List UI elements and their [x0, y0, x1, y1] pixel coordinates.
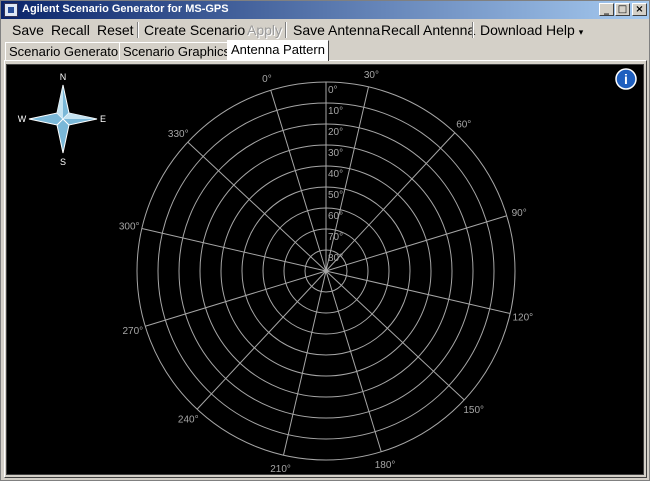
azimuth-label: 180°: [375, 460, 396, 471]
menu-separator: [472, 22, 474, 38]
menu-separator: [285, 22, 287, 38]
azimuth-spoke: [141, 227, 327, 272]
elevation-label: 30°: [328, 148, 343, 159]
menu-recall[interactable]: Recall: [51, 21, 90, 39]
compass-n-label: N: [60, 72, 67, 82]
app-window: Agilent Scenario Generator for MS-GPS _ …: [0, 0, 650, 481]
azimuth-spoke: [325, 270, 382, 452]
menu-create-scenario[interactable]: Create Scenario: [144, 21, 245, 39]
azimuth-label: 210°: [270, 464, 291, 475]
menu-save[interactable]: Save: [12, 21, 44, 39]
app-icon: [4, 3, 18, 17]
antenna-pattern-canvas[interactable]: N S E W i 0° 10° 20° 30° 40° 50° 60° 70° 80° 0° 3…: [6, 64, 644, 475]
chevron-down-icon: ▾: [578, 27, 584, 37]
azimuth-label: 0°: [262, 74, 272, 85]
menu-help-label: Help: [546, 22, 575, 38]
elevation-label: 40°: [328, 169, 343, 180]
title-bar[interactable]: Agilent Scenario Generator for MS-GPS _ …: [1, 1, 649, 19]
elevation-labels: 0° 10° 20° 30° 40° 50° 60° 70° 80°: [328, 85, 343, 264]
maximize-button[interactable]: □: [615, 3, 630, 16]
azimuth-label: 150°: [463, 405, 484, 416]
menu-save-antenna[interactable]: Save Antenna: [293, 21, 380, 39]
elevation-label: 70°: [328, 232, 343, 243]
tab-scenario-generator[interactable]: Scenario Generator: [5, 42, 127, 61]
azimuth-label: 30°: [364, 70, 379, 81]
azimuth-spoke: [325, 215, 507, 272]
close-button[interactable]: ×: [632, 3, 647, 16]
azimuth-spoke: [325, 132, 456, 272]
azimuth-spoke: [282, 270, 327, 456]
info-icon-glyph: i: [624, 71, 628, 87]
tab-scenario-graphics[interactable]: Scenario Graphics: [119, 42, 234, 61]
elevation-label: 10°: [328, 106, 343, 117]
azimuth-spoke: [325, 270, 511, 315]
menu-apply[interactable]: Apply: [247, 21, 282, 39]
tab-antenna-pattern[interactable]: Antenna Pattern: [227, 40, 329, 61]
menu-help[interactable]: Help ▾: [546, 21, 583, 39]
azimuth-label: 240°: [178, 415, 199, 426]
azimuth-label: 300°: [119, 222, 140, 233]
azimuth-spoke: [145, 270, 327, 327]
compass-highlight: [63, 113, 97, 119]
compass-w-label: W: [18, 114, 27, 124]
menu-recall-antenna[interactable]: Recall Antenna: [381, 21, 475, 39]
info-icon[interactable]: i: [615, 68, 637, 90]
elevation-label: 60°: [328, 211, 343, 222]
azimuth-label: 330°: [168, 129, 189, 140]
azimuth-spoke: [325, 270, 465, 401]
azimuth-label: 270°: [122, 326, 143, 337]
compass-highlight: [57, 85, 63, 119]
compass-rose: N S E W: [18, 72, 106, 167]
menu-download[interactable]: Download: [480, 21, 542, 39]
polar-plot: N S E W i 0° 10° 20° 30° 40° 50° 60° 70° 80° 0° 3…: [18, 68, 637, 475]
compass-s-label: S: [60, 157, 66, 167]
elevation-label: 0°: [328, 85, 338, 96]
azimuth-spokes: [141, 82, 511, 456]
elevation-label: 50°: [328, 190, 343, 201]
menu-separator: [137, 22, 139, 38]
azimuth-spoke: [187, 141, 327, 272]
menu-reset[interactable]: Reset: [97, 21, 134, 39]
azimuth-label: 120°: [512, 312, 533, 323]
compass-south-arrow: [56, 118, 70, 154]
elevation-label: 20°: [328, 127, 343, 138]
azimuth-spoke: [196, 270, 327, 410]
compass-e-label: E: [100, 114, 106, 124]
compass-west-arrow: [28, 112, 64, 126]
elevation-label: 80°: [328, 253, 343, 264]
azimuth-spoke: [270, 90, 327, 272]
window-title: Agilent Scenario Generator for MS-GPS: [22, 3, 229, 15]
tab-bar: Scenario Generator Scenario Graphics Ant…: [1, 40, 649, 61]
minimize-button[interactable]: _: [599, 3, 614, 16]
menu-bar: Save Recall Reset Create Scenario Apply …: [1, 19, 649, 41]
azimuth-label: 60°: [456, 119, 471, 130]
azimuth-label: 90°: [512, 208, 527, 219]
